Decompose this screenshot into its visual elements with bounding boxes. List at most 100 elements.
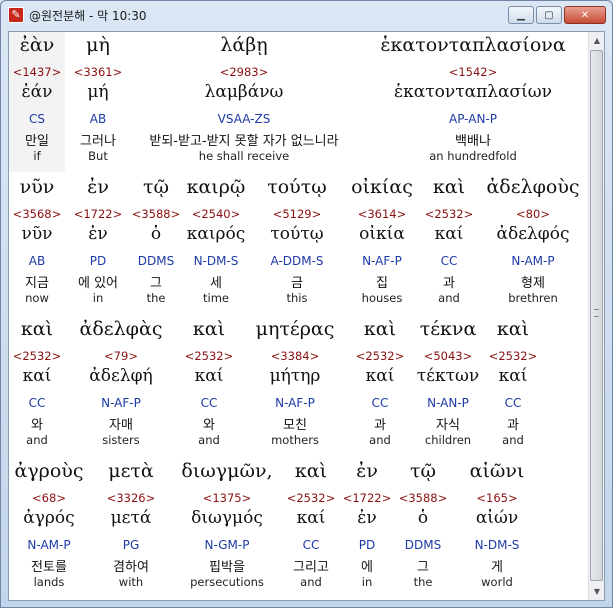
english-gloss: and [438,291,460,305]
strong-number: <2983> [219,65,269,79]
maximize-icon: ▢ [544,9,554,21]
strong-number: <3568> [12,207,62,221]
interlinear-content: ἐὰν <1437> ἐάν CS 만일 if μὴ <3361> μή AB 그러나 But λάβῃ… [9,32,589,600]
title-bar[interactable]: ✎ @원전분해 - 막 10:30 ▁ ▢ ✕ [1,1,612,29]
word-cell[interactable]: διωγμῶν, <1375> διωγμός N-GM-P 핍박을 persecutio… [173,458,281,598]
grammar-code: VSAA-ZS [217,112,271,126]
word-cell[interactable]: καὶ <2532> καί CC 과 and [421,174,477,314]
english-gloss: persecutions [190,575,264,589]
vertical-scrollbar[interactable]: ▲ ▼ [588,32,604,600]
window-title: @원전분해 - 막 10:30 [29,9,147,23]
greek-word: μετὰ [108,460,154,482]
lemma: καί [22,366,52,386]
english-gloss: and [369,433,391,447]
word-cell[interactable]: καὶ <2532> καί CC 와 and [9,316,65,456]
strong-number: <2532> [424,207,474,221]
strong-number: <3614> [357,207,407,221]
lemma: οἰκία [359,224,405,244]
greek-word: καὶ [192,318,226,340]
word-cell[interactable]: τῷ <3588> ὁ DDMS 그 the [131,174,181,314]
english-gloss: children [424,433,472,447]
grammar-code: AP-AN-P [449,112,497,126]
word-cell[interactable]: καὶ <2532> καί CC 과 and [349,316,411,456]
lemma: καιρός [186,224,246,244]
lemma: τούτῳ [270,224,324,244]
scrollbar-grip-icon [594,309,599,317]
minimize-button[interactable]: ▁ [508,6,534,24]
grammar-code: N-AF-P [362,254,402,268]
grammar-code: N-AF-P [275,396,315,410]
word-cell[interactable]: ἀδελφοὺς <80> ἀδελφός N-AM-P 형제 brethren [477,174,589,314]
greek-word: λάβῃ [220,34,268,56]
greek-word: καὶ [20,318,54,340]
word-cell[interactable]: ἐὰν <1437> ἐάν CS 만일 if [9,32,65,172]
word-cell[interactable]: ἐν <1722> ἐν PD 에 in [341,458,393,598]
word-cell[interactable]: ἑκατονταπλασίονα <1542> ἑκατονταπλασίων AP-… [357,32,589,172]
word-cell[interactable]: ἀγροὺς <68> ἀγρός N-AM-P 전토를 lands [9,458,89,598]
grammar-code: N-DM-S [474,538,520,552]
strong-number: <2532> [286,491,336,505]
word-cell[interactable]: καὶ <2532> καί CC 와 and [177,316,241,456]
grammar-code: N-DM-S [193,254,239,268]
greek-word: τῷ [409,460,436,482]
word-cell[interactable]: τῷ <3588> ὁ DDMS 그 the [393,458,453,598]
word-cell[interactable]: τούτῳ <5129> τούτῳ A-DDM-S 금 this [251,174,343,314]
word-cell[interactable]: ἀδελφὰς <79> ἀδελφή N-AF-P 자매 sisters [65,316,177,456]
greek-word: καὶ [363,318,397,340]
strong-number: <1437> [12,65,62,79]
word-cell[interactable]: νῦν <3568> νῦν AB 지금 now [9,174,65,314]
greek-word: τούτῳ [267,176,327,198]
lemma: μήτηρ [269,366,321,386]
app-window: ✎ @원전분해 - 막 10:30 ▁ ▢ ✕ ἐὰν <1437> ἐάν CS 만일… [0,0,613,608]
strong-number: <3588> [131,207,181,221]
grammar-code: N-AF-P [101,396,141,410]
korean-gloss: 형제 [521,276,545,291]
lemma: καί [498,366,528,386]
greek-word: ἐὰν [19,34,55,56]
strong-number: <3326> [106,491,156,505]
word-cell[interactable]: μητέρας <3384> μήτηρ N-AF-P 모친 mothers [241,316,349,456]
korean-gloss: 모친 [283,418,307,433]
scroll-up-arrow-icon[interactable]: ▲ [589,32,604,49]
strong-number: <2532> [184,349,234,363]
close-button[interactable]: ✕ [564,6,606,24]
korean-gloss: 에 있어 [77,276,118,291]
korean-gloss: 백배나 [455,134,491,149]
close-icon: ✕ [580,9,590,21]
greek-word: ἑκατονταπλασίονα [380,34,566,56]
word-cell[interactable]: αἰῶνι <165> αἰών N-DM-S 게 world [453,458,541,598]
greek-word: μητέρας [255,318,335,340]
grammar-code: AB [28,254,46,268]
word-cell[interactable]: ἐν <1722> ἐν PD 에 있어 in [65,174,131,314]
greek-word: ἀδελφοὺς [486,176,580,198]
word-cell[interactable]: λάβῃ <2983> λαμβάνω VSAA-ZS 받되-받고-받지 못할 자가 없… [131,32,357,172]
scrollbar-thumb[interactable] [590,50,603,581]
lemma: ἀγρός [23,508,75,528]
lemma: ἐν [88,224,108,244]
maximize-button[interactable]: ▢ [536,6,562,24]
strong-number: <165> [476,491,518,505]
korean-gloss: 겸하여 [113,560,149,575]
greek-word: καὶ [294,460,328,482]
korean-gloss: 그러나 [80,134,116,149]
english-gloss: the [413,575,433,589]
scroll-down-arrow-icon[interactable]: ▼ [589,583,604,600]
word-cell[interactable]: μετὰ <3326> μετά PG 겸하여 with [89,458,173,598]
korean-gloss: 자식 [436,418,460,433]
app-logo-icon[interactable]: ✎ [8,7,24,23]
korean-gloss: 그 [150,276,162,291]
word-cell[interactable]: καιρῷ <2540> καιρός N-DM-S 세 time [181,174,251,314]
word-cell[interactable]: καὶ <2532> καί CC 과 and [485,316,541,456]
greek-word: καιρῷ [186,176,246,198]
english-gloss: brethren [508,291,558,305]
grammar-code: N-AN-P [427,396,469,410]
korean-gloss: 과 [443,276,455,291]
english-gloss: and [502,433,524,447]
word-cell[interactable]: οἰκίας <3614> οἰκία N-AF-P 집 houses [343,174,421,314]
english-gloss: with [118,575,144,589]
grammar-code: CC [504,396,522,410]
word-cell[interactable]: τέκνα <5043> τέκτων N-AN-P 자식 children [411,316,485,456]
word-cell[interactable]: μὴ <3361> μή AB 그러나 But [65,32,131,172]
strong-number: <1542> [448,65,498,79]
word-cell[interactable]: καὶ <2532> καί CC 그리고 and [281,458,341,598]
